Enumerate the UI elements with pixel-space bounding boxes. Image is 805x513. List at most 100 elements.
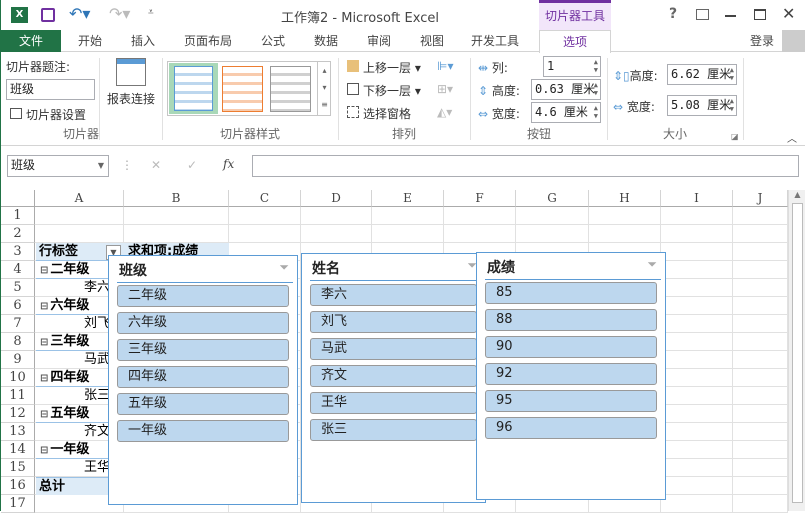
gridcell[interactable] [733,243,788,261]
avatar[interactable] [782,30,805,52]
tab-options[interactable]: 选项 [539,30,611,53]
minimize-icon[interactable] [725,15,736,17]
slicer-item[interactable]: 四年级 [117,366,289,388]
redo-icon[interactable]: ↷▾ [109,4,130,23]
gridcell[interactable] [444,225,516,243]
gridcell[interactable] [733,333,788,351]
clear-filter-icon[interactable]: ⏷ [279,260,289,275]
slicer-item[interactable]: 李六 [310,284,477,306]
button-width-spinner[interactable]: ▲ ▼ [594,104,598,120]
gridcell[interactable] [733,369,788,387]
scroll-up-icon[interactable]: ▲ [789,190,805,199]
gridcell[interactable] [733,441,788,459]
name-box[interactable]: 班级 ▼ [7,155,109,177]
column-header-H[interactable]: H [589,190,661,207]
gridcell[interactable] [661,459,733,477]
slicer-item[interactable]: 张三 [310,419,477,441]
close-icon[interactable]: ✕ [782,4,795,23]
slicer-item[interactable]: 马武 [310,338,477,360]
column-header-D[interactable]: D [301,190,372,207]
ribbon-display-icon[interactable] [696,9,709,20]
row-header-1[interactable]: 1 [1,207,35,225]
gridcell[interactable] [661,405,733,423]
gridcell[interactable] [661,369,733,387]
slicer-styles-gallery[interactable]: ▴ ▾ ≡ [167,61,331,116]
insert-function-button[interactable]: fx [223,157,234,171]
gridcell[interactable] [35,207,124,225]
column-header-C[interactable]: C [229,190,301,207]
slicer-item[interactable]: 齐文 [310,365,477,387]
collapse-ribbon-icon[interactable]: ︿ [787,130,797,145]
row-header-11[interactable]: 11 [1,387,35,405]
row-header-3[interactable]: 3 [1,243,35,261]
row-header-14[interactable]: 14 [1,441,35,459]
gridcell[interactable] [661,423,733,441]
size-dialog-launcher-icon[interactable]: ◪ [731,132,739,141]
collapse-icon[interactable]: ⊟ [40,301,48,312]
slicer-height-spinner[interactable]: ▲ ▼ [730,66,734,82]
slicer-width-spinner[interactable]: ▲ ▼ [730,97,734,113]
gridcell[interactable] [661,441,733,459]
columns-spinner[interactable]: ▲ ▼ [594,58,598,74]
slicer-item[interactable]: 96 [485,417,657,439]
name-box-dropdown-icon[interactable]: ▼ [98,156,104,175]
row-header-5[interactable]: 5 [1,279,35,297]
row-header-12[interactable]: 12 [1,405,35,423]
slicer-item[interactable]: 一年级 [117,420,289,442]
row-header-4[interactable]: 4 [1,261,35,279]
slicer-settings-button[interactable]: 切片器设置 [10,106,86,123]
tab-file[interactable]: 文件 [1,30,61,52]
column-header-A[interactable]: A [35,190,124,207]
gridcell[interactable] [661,207,733,225]
gridcell[interactable] [733,297,788,315]
column-header-G[interactable]: G [516,190,589,207]
row-header-2[interactable]: 2 [1,225,35,243]
gridcell[interactable] [301,207,372,225]
gridcell[interactable] [661,315,733,333]
undo-icon[interactable]: ↶▾ [69,4,90,23]
collapse-icon[interactable]: ⊟ [40,337,48,348]
cancel-icon[interactable]: ✕ [151,158,161,172]
columns-input[interactable]: 1 ▲ ▼ [543,56,601,77]
gridcell[interactable] [372,225,444,243]
slicer-name[interactable]: 姓名 ⏷ 李六 刘飞 马武 齐文 王华 张三 [301,253,486,503]
gridcell[interactable] [733,459,788,477]
row-header-9[interactable]: 9 [1,351,35,369]
button-width-input[interactable]: 4.6 厘米 ▲ ▼ [531,102,601,123]
tab-developer[interactable]: 开发工具 [463,30,527,52]
slicer-item[interactable]: 88 [485,309,657,331]
slicer-item[interactable]: 刘飞 [310,311,477,333]
save-icon[interactable] [41,8,55,22]
row-header-17[interactable]: 17 [1,495,35,513]
style-gray[interactable] [270,66,311,112]
style-orange[interactable] [222,66,263,112]
gridcell[interactable] [733,423,788,441]
row-header-6[interactable]: 6 [1,297,35,315]
sign-in-link[interactable]: 登录 [746,30,778,52]
row-header-16[interactable]: 16 [1,477,35,495]
tab-home[interactable]: 开始 [66,30,114,52]
caption-input[interactable]: 班级 [6,79,95,100]
slicer-item[interactable]: 三年级 [117,339,289,361]
gridcell[interactable] [733,405,788,423]
gridcell[interactable] [661,333,733,351]
select-all-corner[interactable] [1,190,35,207]
customize-qat-icon[interactable]: ⩡ [148,7,154,18]
gridcell[interactable] [35,225,124,243]
row-header-15[interactable]: 15 [1,459,35,477]
slicer-item[interactable]: 90 [485,336,657,358]
slicer-item[interactable]: 王华 [310,392,477,414]
collapse-icon[interactable]: ⊟ [40,445,48,456]
slicer-item[interactable]: 五年级 [117,393,289,415]
gridcell[interactable] [661,477,733,495]
gridcell[interactable] [516,207,589,225]
gridcell[interactable] [661,387,733,405]
gallery-scroll[interactable]: ▴ ▾ ≡ [317,62,331,115]
gridcell[interactable] [661,297,733,315]
row-header-7[interactable]: 7 [1,315,35,333]
tab-review[interactable]: 审阅 [357,30,401,52]
slicer-item[interactable]: 92 [485,363,657,385]
gridcell[interactable] [444,207,516,225]
maximize-icon[interactable] [754,9,766,20]
gridcell[interactable] [661,279,733,297]
